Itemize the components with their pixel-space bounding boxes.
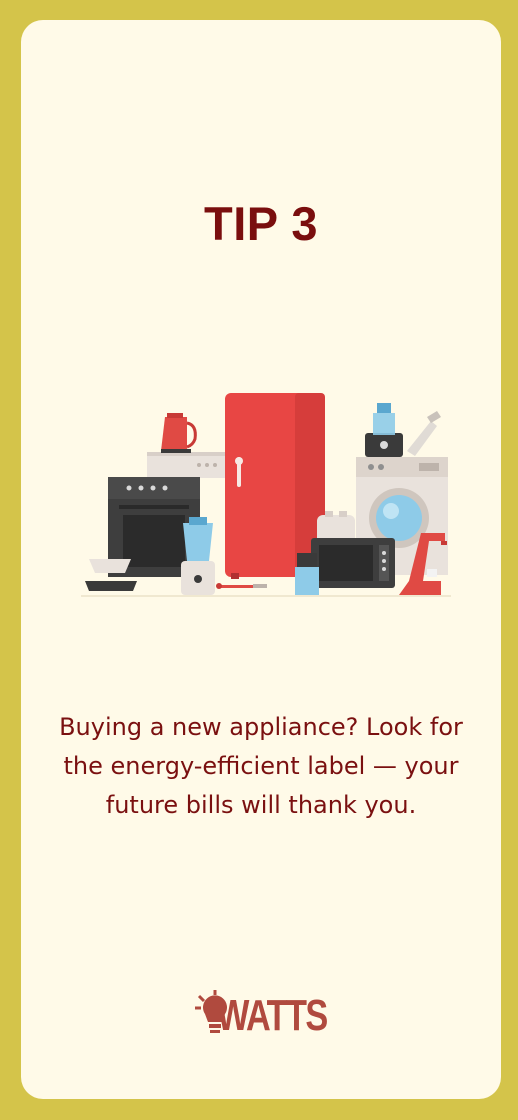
coffee-grinder-illustration bbox=[295, 553, 319, 595]
watts-logo: WATTS bbox=[193, 986, 333, 1046]
food-processor-illustration bbox=[365, 403, 403, 457]
brand-name: WATTS bbox=[217, 991, 328, 1040]
hand-mixer-illustration bbox=[407, 411, 441, 456]
microwave-illustration bbox=[311, 538, 395, 588]
refrigerator-illustration bbox=[225, 393, 325, 579]
tip-title: TIP 3 bbox=[204, 197, 318, 250]
tip-message: Buying a new appliance? Look for the ene… bbox=[59, 713, 463, 819]
kitchen-counter-illustration bbox=[147, 452, 227, 478]
appliances-illustration bbox=[81, 393, 451, 597]
tip-card: TIP 3 Buying a new appliance? Look for t… bbox=[21, 20, 501, 1099]
tip-screen: TIP 3 Buying a new appliance? Look for t… bbox=[0, 0, 518, 1120]
kettle-illustration bbox=[161, 413, 197, 453]
immersion-blender-illustration bbox=[216, 583, 267, 589]
